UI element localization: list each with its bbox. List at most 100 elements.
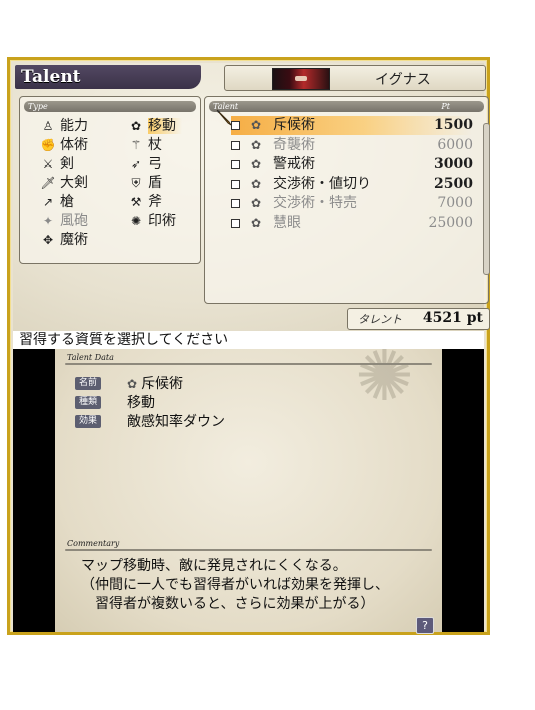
- move-icon: ✿: [251, 196, 262, 210]
- screen-title: Talent: [15, 65, 201, 89]
- talent-name: 交渉術・特売: [273, 195, 357, 211]
- type-value: 移動: [127, 395, 155, 411]
- talent-row[interactable]: ✿ 交渉術・特売 7000: [231, 194, 473, 213]
- name-label: 名前: [75, 377, 101, 390]
- commentary-divider: [65, 549, 432, 551]
- type-item-8[interactable]: ⛨ 盾: [128, 174, 162, 192]
- name-value: ✿ 斥候術: [127, 373, 183, 393]
- type-item-1[interactable]: ♙ 能力: [40, 117, 88, 135]
- type-item-9[interactable]: ↗ 槍: [40, 193, 74, 211]
- talent-checkbox[interactable]: [231, 121, 240, 130]
- type-item-10[interactable]: ⚒ 斧: [128, 193, 162, 211]
- type-item-label: 弓: [148, 156, 162, 172]
- move-icon: ✿: [130, 119, 142, 133]
- talent-checkbox[interactable]: [231, 179, 240, 189]
- talent-row[interactable]: ✿ 警戒術 3000: [231, 155, 473, 174]
- talent-row[interactable]: ✿ 交渉術・値切り 2500: [231, 175, 473, 194]
- commentary-line: 習得者が複数いると、さらに効果が上がる）: [81, 596, 375, 612]
- pt-heading-label: Pt: [441, 102, 450, 111]
- commentary-heading: Commentary: [67, 539, 120, 548]
- type-item-label: 移動: [148, 118, 182, 134]
- talent-name: 慧眼: [273, 214, 301, 231]
- bottom-screen: ✺ Talent Data 名前 ✿ 斥候術 種類 移動 効果 敵感知率ダウン C…: [13, 341, 484, 634]
- type-item-12[interactable]: ✺ 印術: [128, 212, 176, 230]
- spear-icon: ↗: [42, 195, 54, 209]
- seal-icon: ✺: [130, 214, 142, 228]
- talent-checkbox[interactable]: [231, 199, 240, 208]
- talent-cost: 7000: [437, 195, 473, 211]
- talent-checkbox[interactable]: [231, 140, 240, 150]
- type-item-label: 槍: [60, 194, 74, 210]
- talent-type-icon: ✿: [127, 377, 138, 391]
- type-panel-heading: Type: [24, 101, 196, 112]
- type-item-label: 大剣: [60, 175, 88, 191]
- bow-icon: ➶: [130, 157, 142, 171]
- talent-name: 交渉術・値切り: [273, 175, 371, 192]
- staff-icon: ⚚: [130, 138, 142, 152]
- type-item-label: 魔術: [60, 232, 88, 248]
- type-item-label: 盾: [148, 175, 162, 191]
- talent-name: 斥候術: [273, 117, 315, 133]
- talent-points-value: 4521 pt: [422, 310, 483, 326]
- talent-panel-heading: Talent Pt: [209, 101, 484, 112]
- talent-row[interactable]: ✿ 奇襲術 6000: [231, 136, 473, 155]
- type-item-5[interactable]: ⚔ 剣: [40, 155, 74, 173]
- type-item-label: 能力: [60, 118, 88, 134]
- greatsword-icon: 🗡: [40, 176, 56, 190]
- talent-checkbox[interactable]: [231, 218, 240, 228]
- effect-label: 効果: [75, 415, 101, 428]
- detail-panel: ✺ Talent Data 名前 ✿ 斥候術 種類 移動 効果 敵感知率ダウン C…: [55, 341, 442, 634]
- talent-cost: 1500: [434, 117, 473, 133]
- help-button[interactable]: ?: [416, 617, 434, 634]
- commentary-line: （仲間に一人でも習得者がいれば効果を発揮し、: [81, 577, 389, 593]
- type-panel: Type ♙ 能力 ✿ 移動 ✊ 体術 ⚚ 杖 ⚔ 剣 ➶ 弓 🗡 大剣 ⛨ 盾 ↗ 槍 ⚒ 斧 ✦ 風砲 ✺ 印術 ✥ 魔術: [19, 96, 201, 264]
- character-tab[interactable]: イグナス: [224, 65, 486, 91]
- axe-icon: ⚒: [130, 195, 142, 209]
- cannon-icon: ✦: [42, 214, 54, 228]
- talent-cost: 25000: [428, 214, 473, 231]
- talent-name: 奇襲術: [273, 136, 315, 153]
- talent-scrollbar[interactable]: [483, 123, 490, 275]
- talent-points-label: タレント: [358, 313, 402, 326]
- character-portrait: [272, 68, 330, 90]
- magic-icon: ✥: [42, 233, 54, 247]
- talent-panel: Talent Pt ✿ 斥候術 1500 ✿ 奇襲術 6000 ✿ 警戒術 3000 ✿ 交渉術・値…: [204, 96, 490, 304]
- type-item-label: 印術: [148, 213, 176, 229]
- type-item-label: 斧: [148, 194, 162, 210]
- move-icon: ✿: [251, 176, 262, 191]
- type-item-6[interactable]: ➶ 弓: [128, 155, 162, 173]
- type-item-label: 剣: [60, 156, 74, 172]
- fist-icon: ✊: [40, 138, 56, 152]
- talent-data-divider: [65, 363, 432, 365]
- commentary-line: マップ移動時、敵に発見されにくくなる。: [81, 558, 347, 574]
- shield-icon: ⛨: [131, 176, 141, 190]
- character-name: イグナス: [375, 72, 431, 88]
- move-icon: ✿: [251, 118, 262, 132]
- type-item-label: 体術: [60, 137, 88, 153]
- talent-cost: 2500: [434, 175, 473, 192]
- talent-data-heading: Talent Data: [67, 353, 114, 362]
- type-item-11[interactable]: ✦ 風砲: [40, 212, 88, 230]
- talent-row[interactable]: ✿ 慧眼 25000: [231, 214, 473, 233]
- top-screen: Talent イグナス Type ♙ 能力 ✿ 移動 ✊ 体術 ⚚ 杖 ⚔ 剣 ➶ 弓 🗡 大剣 ⛨ 盾 ↗ 槍 ⚒…: [13, 63, 490, 336]
- talent-row[interactable]: ✿ 斥候術 1500: [231, 116, 473, 135]
- type-item-7[interactable]: 🗡 大剣: [40, 174, 88, 192]
- type-label: 種類: [75, 396, 101, 409]
- move-icon: ✿: [251, 157, 262, 171]
- talent-name-text: 斥候術: [141, 376, 184, 392]
- talent-points-box: タレント 4521 pt: [347, 308, 490, 330]
- talent-cost: 3000: [434, 156, 473, 172]
- figure-icon: ♙: [42, 119, 54, 133]
- type-item-label: 杖: [148, 137, 162, 153]
- talent-checkbox[interactable]: [231, 160, 240, 169]
- type-item-label: 風砲: [60, 213, 88, 229]
- type-item-2[interactable]: ✿ 移動: [128, 117, 182, 135]
- type-item-3[interactable]: ✊ 体術: [40, 136, 88, 154]
- type-item-4[interactable]: ⚚ 杖: [128, 136, 162, 154]
- move-icon: ✿: [251, 215, 262, 230]
- effect-value: 敵感知率ダウン: [127, 414, 225, 430]
- sword-icon: ⚔: [42, 157, 54, 171]
- move-icon: ✿: [251, 137, 262, 152]
- type-item-13[interactable]: ✥ 魔術: [40, 231, 88, 249]
- decorative-emblem-icon: ✺: [355, 335, 414, 417]
